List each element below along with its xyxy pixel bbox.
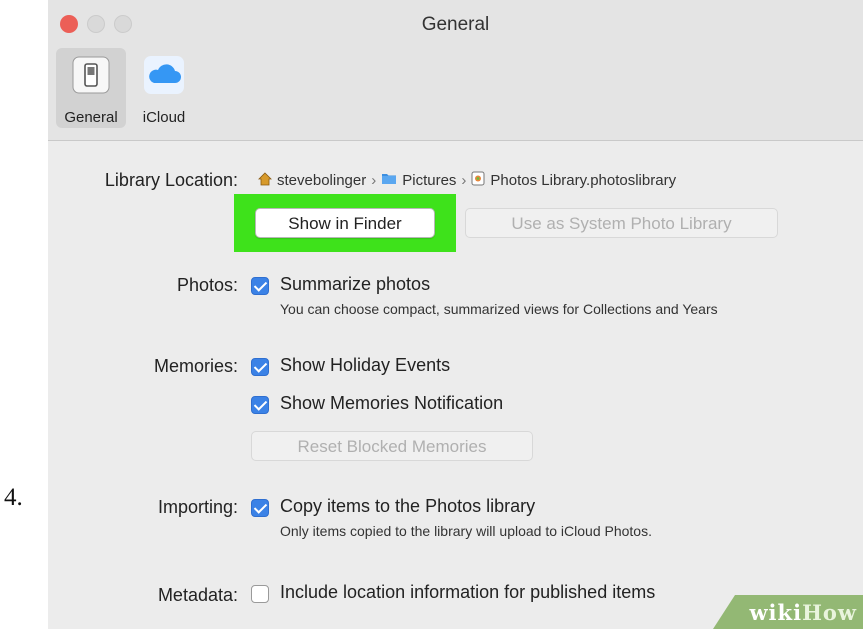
path-separator: › — [371, 172, 377, 189]
memories-label: Memories: — [153, 356, 238, 376]
summarize-photos-description: You can choose compact, summarized views… — [280, 301, 718, 317]
tab-icloud-label: iCloud — [142, 109, 186, 126]
preferences-window: General General iCloud Library Location:… — [48, 0, 863, 629]
summarize-photos-label[interactable]: Summarize photos — [280, 274, 430, 295]
photos-library-icon — [471, 171, 485, 190]
library-location-label: Library Location: — [104, 170, 238, 190]
show-holiday-events-checkbox[interactable] — [251, 358, 269, 376]
folder-icon — [381, 172, 397, 189]
general-switch-icon — [72, 56, 110, 99]
watermark-text: wikiHow — [749, 600, 857, 625]
path-separator: › — [461, 172, 467, 189]
icloud-icon — [144, 56, 184, 99]
copy-items-label[interactable]: Copy items to the Photos library — [280, 496, 535, 517]
metadata-label: Metadata: — [157, 585, 238, 605]
photos-label: Photos: — [176, 275, 238, 295]
include-location-checkbox[interactable] — [251, 585, 269, 603]
tab-general[interactable]: General — [56, 48, 126, 128]
show-memories-notification-checkbox[interactable] — [251, 396, 269, 414]
path-item-pictures[interactable]: Pictures — [402, 172, 456, 189]
watermark-wiki: wiki — [749, 600, 803, 625]
home-icon — [258, 171, 272, 190]
show-memories-notification-label[interactable]: Show Memories Notification — [280, 393, 503, 414]
wikihow-watermark: wikiHow — [713, 595, 863, 629]
show-holiday-events-label[interactable]: Show Holiday Events — [280, 355, 450, 376]
window-title: General — [421, 14, 490, 35]
copy-items-description: Only items copied to the library will up… — [280, 523, 652, 539]
titlebar: General General iCloud — [48, 0, 863, 141]
reset-blocked-memories-button[interactable]: Reset Blocked Memories — [251, 431, 533, 461]
tab-icloud[interactable]: iCloud — [134, 48, 194, 128]
tab-general-label: General — [64, 109, 118, 126]
step-number: 4. — [4, 484, 23, 511]
include-location-label[interactable]: Include location information for publish… — [280, 582, 655, 603]
importing-label: Importing: — [157, 497, 238, 517]
path-item-library[interactable]: Photos Library.photoslibrary — [490, 172, 676, 189]
path-item-home[interactable]: stevebolinger — [277, 172, 366, 189]
watermark-how: How — [802, 600, 857, 625]
library-path: stevebolinger › Pictures › Photos Librar… — [258, 171, 676, 190]
use-as-system-library-button[interactable]: Use as System Photo Library — [465, 208, 778, 238]
summarize-photos-checkbox[interactable] — [251, 277, 269, 295]
show-in-finder-button[interactable]: Show in Finder — [255, 208, 435, 238]
copy-items-checkbox[interactable] — [251, 499, 269, 517]
